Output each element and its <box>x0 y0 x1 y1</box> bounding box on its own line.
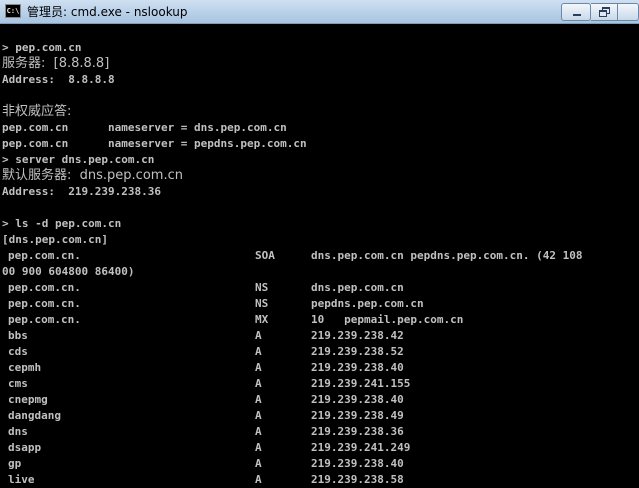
record-name: pep.com.cn. <box>8 249 81 262</box>
dns-record-row: pep.com.cn. MX 10 pepmail.pep.com.cn <box>0 312 639 328</box>
console-line: Address: 8.8.8.8 <box>2 73 115 86</box>
record-type: A <box>255 425 262 438</box>
console-line: > ls -d pep.com.cn <box>2 217 122 230</box>
record-name: cms <box>8 377 28 390</box>
record-name: bbs <box>8 329 28 342</box>
record-type: NS <box>255 297 269 310</box>
record-name: gp <box>8 457 22 470</box>
minimize-icon <box>573 14 581 16</box>
dns-record-row: cepmh A 219.239.238.40 <box>0 360 639 376</box>
cmd-app-icon[interactable]: C:\ <box>5 4 21 18</box>
record-name: dangdang <box>8 409 61 422</box>
record-type: A <box>255 457 262 470</box>
record-type: A <box>255 473 262 486</box>
dns-record-row: pep.com.cn. NS dns.pep.com.cn <box>0 280 639 296</box>
console-line: > server dns.pep.com.cn <box>2 153 155 166</box>
record-type: A <box>255 393 262 406</box>
cmd-window: C:\ 管理员: cmd.exe - nslookup > pep.com.cn… <box>0 0 639 488</box>
record-name: cnepmg <box>8 393 48 406</box>
window-title: 管理员: cmd.exe - nslookup <box>27 5 188 19</box>
dns-record-row: cds A 219.239.238.52 <box>0 344 639 360</box>
record-name: live <box>8 473 35 486</box>
dns-record-row: dangdang A 219.239.238.49 <box>0 408 639 424</box>
close-button[interactable] <box>618 3 639 21</box>
console-line: [dns.pep.com.cn] <box>2 233 108 246</box>
record-data: 219.239.238.52 <box>311 345 404 358</box>
record-name: pep.com.cn. <box>8 313 81 326</box>
dns-record-row: cms A 219.239.241.155 <box>0 376 639 392</box>
dns-record-row: live A 219.239.238.58 <box>0 472 639 488</box>
record-type: SOA <box>255 249 275 262</box>
record-data: dns.pep.com.cn <box>311 281 404 294</box>
console-line: Address: 219.239.238.36 <box>2 185 161 198</box>
record-type: A <box>255 409 262 422</box>
record-type: A <box>255 377 262 390</box>
record-type: MX <box>255 313 269 326</box>
record-data: 219.239.241.249 <box>311 441 411 454</box>
dns-record-row: dns A 219.239.238.36 <box>0 424 639 440</box>
record-data: 219.239.238.42 <box>311 329 404 342</box>
restore-icon-front <box>599 10 607 17</box>
dns-record-row: cnepmg A 219.239.238.40 <box>0 392 639 408</box>
record-type: A <box>255 345 262 358</box>
record-name: dsapp <box>8 441 42 454</box>
dns-record-row: pep.com.cn. SOA dns.pep.com.cn pepdns.pep.… <box>0 248 639 264</box>
record-type: A <box>255 361 262 374</box>
console-line: 默认服务器: dns.pep.com.cn <box>2 168 183 183</box>
record-data: 10 pepmail.pep.com.cn <box>311 313 464 326</box>
console-line: > pep.com.cn <box>2 41 82 54</box>
console-line: 非权威应答: <box>2 104 72 119</box>
console-output[interactable]: > pep.com.cn 服务器: [8.8.8.8] Address: 8.8… <box>0 25 639 488</box>
record-data: 219.239.238.36 <box>311 425 404 438</box>
dns-record-row: dsapp A 219.239.241.249 <box>0 440 639 456</box>
record-data: 219.239.238.49 <box>311 409 404 422</box>
record-data: 219.239.238.58 <box>311 473 404 486</box>
record-type: NS <box>255 281 269 294</box>
record-name: cepmh <box>8 361 42 374</box>
console-line: 服务器: [8.8.8.8] <box>2 56 110 71</box>
dns-record-row: gp A 219.239.238.40 <box>0 456 639 472</box>
console-line: pep.com.cn nameserver = dns.pep.com.cn <box>2 121 287 134</box>
restore-button[interactable] <box>591 3 618 21</box>
record-name: dns <box>8 425 28 438</box>
record-data: dns.pep.com.cn pepdns.pep.com.cn. (42 10… <box>311 249 583 262</box>
record-data: 219.239.238.40 <box>311 457 404 470</box>
record-name: cds <box>8 345 28 358</box>
record-type: A <box>255 441 262 454</box>
dns-record-row: bbs A 219.239.238.42 <box>0 328 639 344</box>
record-continuation: 00 900 604800 86400) <box>2 265 135 278</box>
record-name: pep.com.cn. <box>8 281 81 294</box>
record-data: 219.239.238.40 <box>311 361 404 374</box>
title-bar[interactable]: C:\ 管理员: cmd.exe - nslookup <box>0 0 639 24</box>
record-type: A <box>255 329 262 342</box>
minimize-button[interactable] <box>561 3 591 21</box>
record-data: 219.239.241.155 <box>311 377 411 390</box>
record-data: pepdns.pep.com.cn <box>311 297 424 310</box>
dns-record-row: pep.com.cn. NS pepdns.pep.com.cn <box>0 296 639 312</box>
console-line: pep.com.cn nameserver = pepdns.pep.com.c… <box>2 137 307 150</box>
record-name: pep.com.cn. <box>8 297 81 310</box>
record-data: 219.239.238.40 <box>311 393 404 406</box>
